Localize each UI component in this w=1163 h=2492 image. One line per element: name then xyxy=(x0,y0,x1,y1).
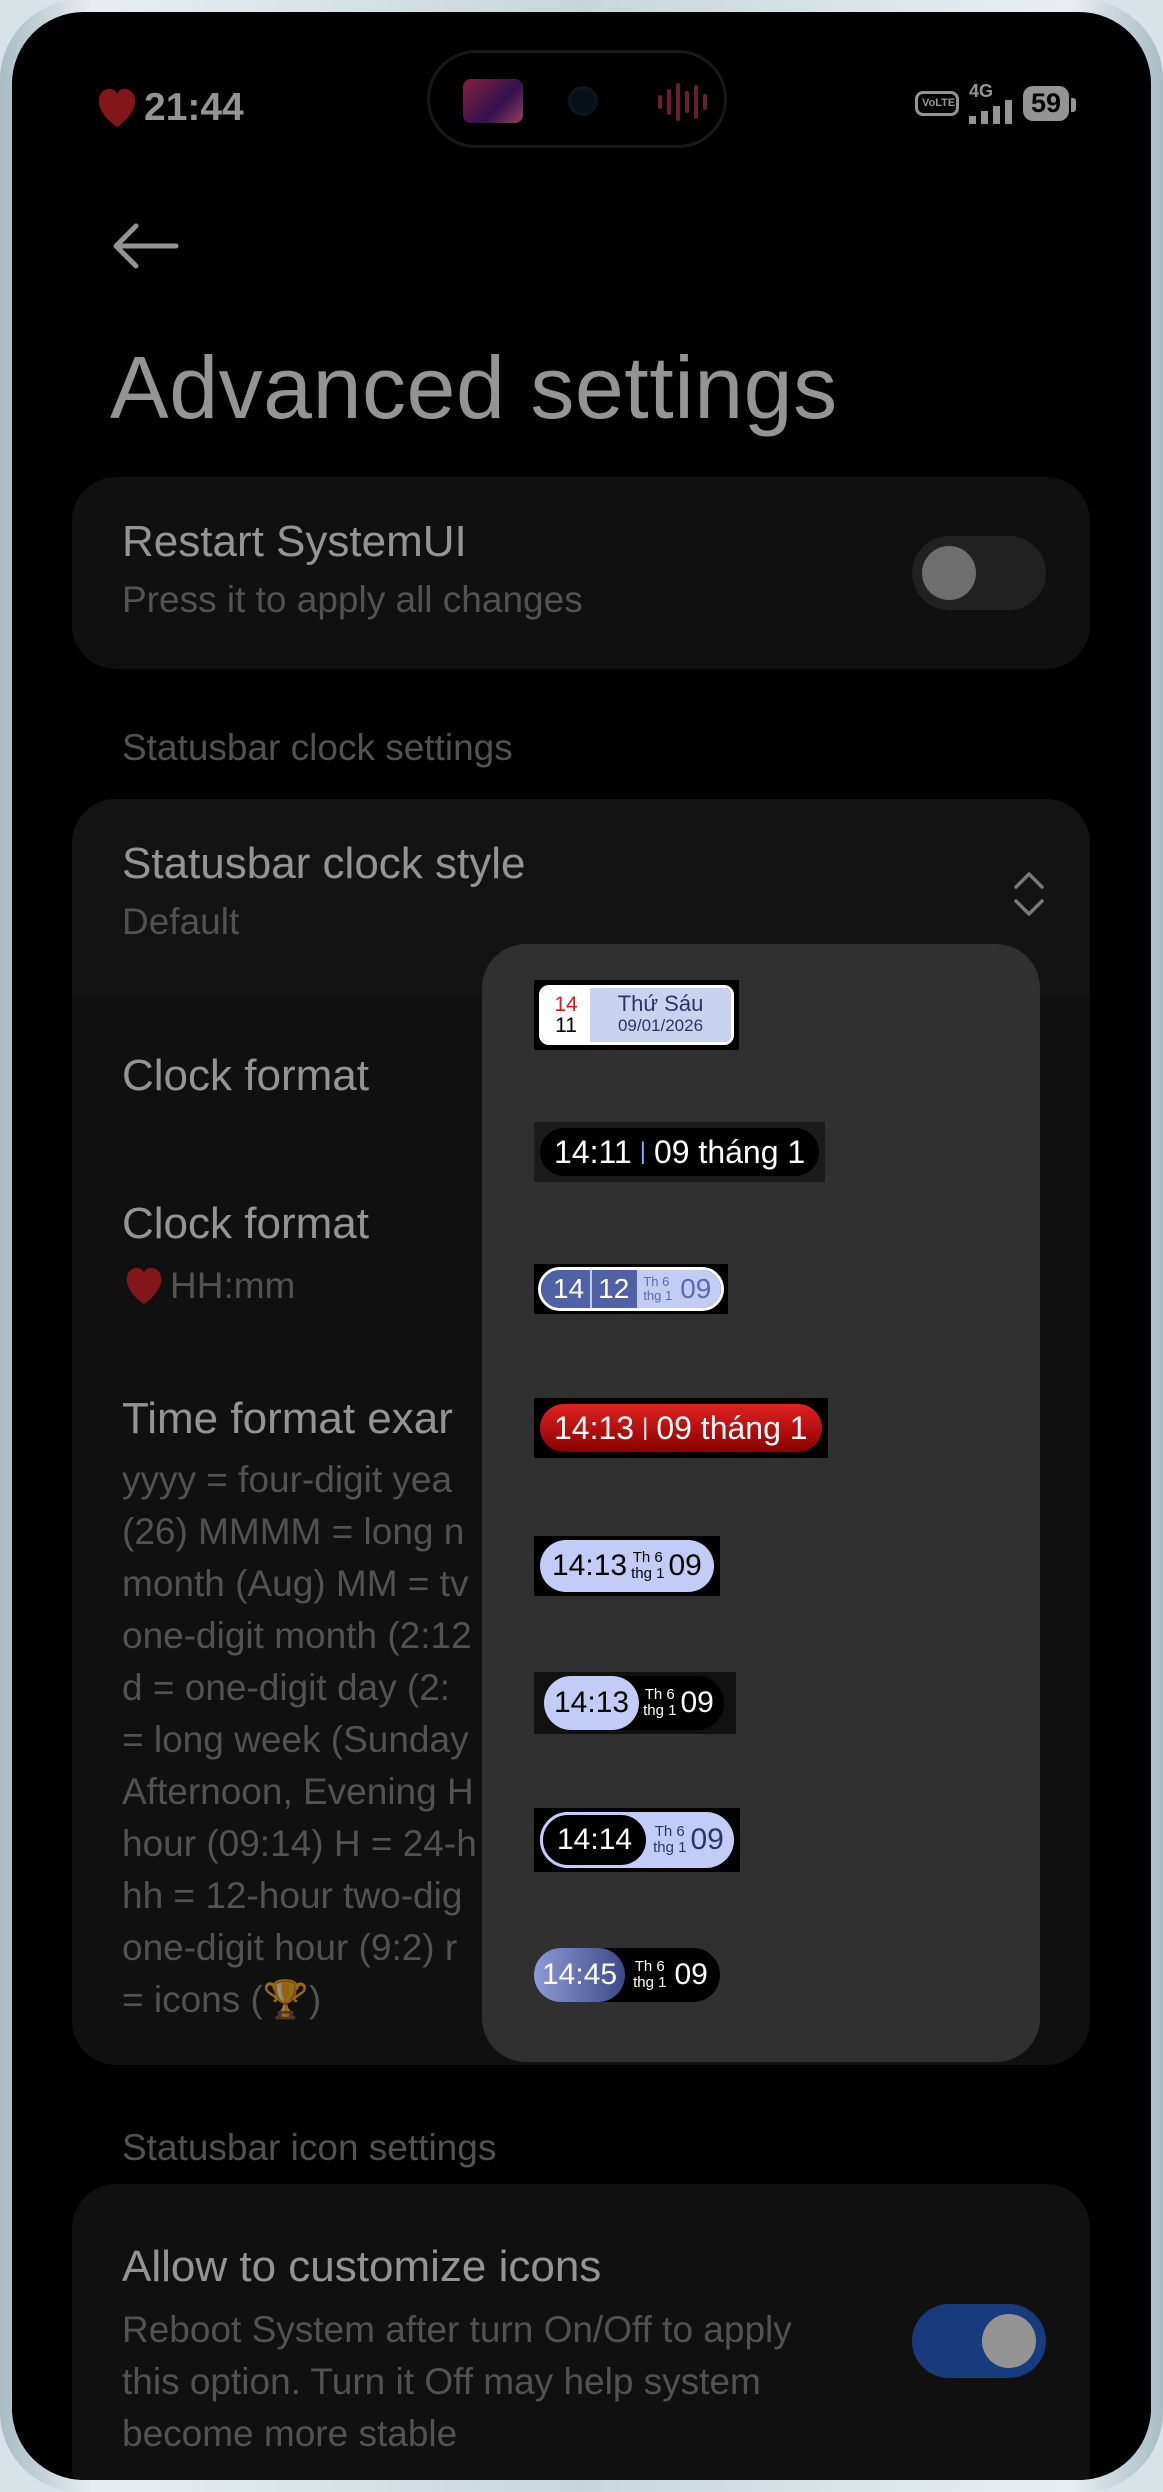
option-1-date-top: 14 xyxy=(554,993,578,1016)
phone-frame: 21:44 VoLTE 4G 59 Advanced settings Rest… xyxy=(0,0,1163,2492)
dropdown-option-8[interactable]: 14:45 Th 6 thg 1 09 xyxy=(534,1948,720,2002)
option-5-weekday: Th 6 xyxy=(632,1549,663,1566)
restart-subtitle: Press it to apply all changes xyxy=(122,579,583,620)
option-3-minute: 12 xyxy=(590,1270,638,1308)
customize-icons-toggle[interactable] xyxy=(912,2304,1046,2378)
option-2-time: 14:11 xyxy=(554,1133,632,1170)
option-7-month: thg 1 xyxy=(653,1839,687,1856)
option-2-separator: | xyxy=(639,1138,646,1165)
option-6-day: 09 xyxy=(680,1686,714,1719)
battery-icon: 59 xyxy=(1022,85,1077,121)
restart-title: Restart SystemUI xyxy=(122,517,467,566)
customize-icons-desc: Reboot System after turn On/Off to apply… xyxy=(122,2309,792,2454)
option-1-weekday: Thứ Sáu xyxy=(617,991,704,1016)
media-thumbnail xyxy=(463,79,523,123)
dropdown-option-7[interactable]: 14:14 Th 6 thg 1 09 xyxy=(534,1808,740,1872)
option-1-date-bottom: 11 xyxy=(555,1014,577,1037)
signal-icon xyxy=(968,100,1012,124)
arrow-left-icon xyxy=(113,223,179,269)
dynamic-island xyxy=(427,50,727,148)
heart-icon xyxy=(98,88,136,128)
status-time: 21:44 xyxy=(144,86,244,129)
clock-format-row-2[interactable]: Clock format xyxy=(122,1199,369,1249)
clock-format-row-1[interactable]: Clock format xyxy=(122,1051,369,1101)
clock-format-value: HH:mm xyxy=(122,1265,295,1307)
dropdown-option-3[interactable]: 14 12 Th 6 thg 1 09 xyxy=(534,1264,729,1314)
customize-icons-title: Allow to customize icons xyxy=(122,2242,602,2291)
audio-wave-icon xyxy=(658,83,707,121)
option-1-date: 09/01/2026 xyxy=(617,1016,704,1035)
dropdown-option-5[interactable]: 14:13 Th 6 thg 1 09 xyxy=(534,1536,720,1596)
status-bar-left: 21:44 xyxy=(94,86,244,130)
option-4-date: 09 tháng 1 xyxy=(656,1409,808,1446)
option-8-time: 14:45 xyxy=(534,1948,626,2002)
clock-style-title: Statusbar clock style xyxy=(122,839,526,888)
option-2-date: 09 tháng 1 xyxy=(653,1133,806,1170)
option-4-time: 14:13 xyxy=(554,1409,635,1446)
chevron-up-down-icon xyxy=(1012,869,1046,923)
customize-icons-card[interactable]: Allow to customize icons Reboot System a… xyxy=(72,2184,1090,2480)
option-3-hour: 14 xyxy=(541,1270,591,1308)
back-button[interactable] xyxy=(110,212,180,282)
volte-icon: VoLTE xyxy=(914,90,959,116)
dropdown-option-2[interactable]: 14:11 | 09 tháng 1 xyxy=(534,1122,826,1182)
option-5-day: 09 xyxy=(668,1549,702,1582)
option-5-month: thg 1 xyxy=(631,1565,665,1582)
option-8-weekday: Th 6 xyxy=(634,1958,665,1975)
option-8-month: thg 1 xyxy=(633,1974,667,1991)
option-6-weekday: Th 6 xyxy=(644,1686,675,1703)
restart-toggle[interactable] xyxy=(912,536,1046,610)
network-type: 4G xyxy=(968,81,993,101)
option-7-time: 14:14 xyxy=(540,1812,650,1868)
option-7-day: 09 xyxy=(690,1823,724,1856)
restart-systemui-card[interactable]: Restart SystemUI Press it to apply all c… xyxy=(72,477,1090,669)
option-3-day: 09 xyxy=(678,1270,722,1308)
heart-icon xyxy=(126,1267,162,1305)
clock-style-dropdown: 14 11 Thứ Sáu 09/01/2026 14:11 | 09 thán… xyxy=(482,944,1040,2062)
option-3-weekday: Th 6 xyxy=(643,1274,670,1289)
option-6-month: thg 1 xyxy=(643,1702,677,1719)
icon-section-header: Statusbar icon settings xyxy=(122,2127,497,2168)
dropdown-option-6[interactable]: 14:13 Th 6 thg 1 09 xyxy=(534,1672,736,1734)
dropdown-option-4[interactable]: 14:13 | 09 tháng 1 xyxy=(534,1398,828,1458)
screen: 21:44 VoLTE 4G 59 Advanced settings Rest… xyxy=(12,12,1151,2480)
front-camera xyxy=(568,86,598,116)
option-7-weekday: Th 6 xyxy=(654,1823,685,1840)
option-3-month: thg 1 xyxy=(643,1288,673,1303)
option-4-separator: | xyxy=(642,1414,649,1441)
clock-style-value: Default xyxy=(122,901,240,942)
option-8-day: 09 xyxy=(674,1958,708,1991)
page-title: Advanced settings xyxy=(110,338,838,437)
option-5-time: 14:13 xyxy=(552,1549,628,1582)
option-6-time: 14:13 xyxy=(544,1676,640,1730)
dropdown-option-1[interactable]: 14 11 Thứ Sáu 09/01/2026 xyxy=(534,980,739,1050)
status-bar-right: VoLTE 4G 59 xyxy=(914,81,1077,124)
time-format-title: Time format exar xyxy=(122,1394,453,1443)
clock-section-header: Statusbar clock settings xyxy=(122,727,513,768)
